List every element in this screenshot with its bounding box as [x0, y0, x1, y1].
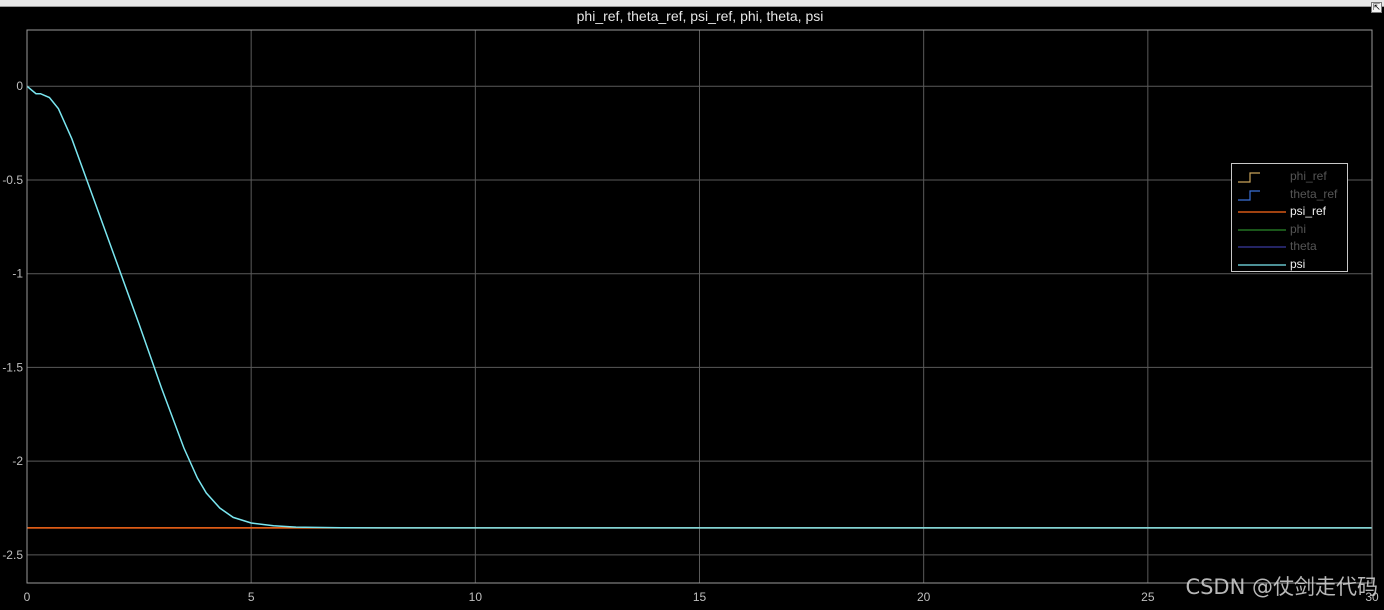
legend-label: psi [1290, 256, 1306, 271]
legend-swatch-line [1238, 189, 1260, 201]
y-tick-label: -1.5 [2, 360, 23, 374]
y-tick-label: -0.5 [2, 173, 23, 187]
chart-canvas[interactable]: 0 5 10 15 20 25 300-0.5-1-1.5-2-2.5 [0, 0, 1384, 610]
legend-swatch-line [1238, 172, 1260, 183]
grid-layer [27, 30, 1372, 583]
legend-item-theta_ref[interactable]: theta_ref [1232, 186, 1347, 203]
x-tick-label: 15 [693, 590, 707, 604]
legend-item-phi_ref[interactable]: phi_ref [1232, 168, 1347, 185]
legend-item-psi_ref[interactable]: psi_ref [1232, 203, 1347, 220]
legend-swatch-phi [1238, 228, 1286, 231]
y-tick-label: -2.5 [2, 548, 23, 562]
y-tick-label: 0 [16, 79, 23, 93]
legend-label: phi [1290, 221, 1307, 236]
legend-label: phi_ref [1290, 169, 1327, 183]
legend-swatch-psi [1238, 263, 1286, 266]
legend-item-theta[interactable]: theta [1232, 238, 1347, 255]
x-tick-label: 25 [1141, 590, 1155, 604]
legend-swatch-theta_ref [1238, 189, 1260, 201]
x-tick-label: 0 [24, 590, 31, 604]
x-tick-label: 5 [248, 590, 255, 604]
legend-label: psi_ref [1290, 204, 1327, 218]
legend-swatch-psi_ref [1238, 211, 1286, 213]
watermark-text: CSDN @仗剑走代码 [1185, 575, 1378, 599]
legend-swatch-phi_ref [1238, 172, 1260, 183]
legend-swatch-theta [1238, 246, 1286, 248]
legend-item-psi[interactable]: psi [1232, 256, 1347, 273]
tick-labels: 0 5 10 15 20 25 300-0.5-1-1.5-2-2.5 [2, 79, 1379, 604]
legend-item-phi[interactable]: phi [1232, 221, 1347, 238]
legend-label: theta_ref [1290, 186, 1338, 201]
x-tick-label: 10 [469, 590, 483, 604]
legend[interactable]: phi_ref theta_ref psi_refphi theta psi [1231, 163, 1348, 272]
x-tick-label: 20 [917, 590, 931, 604]
y-tick-label: -2 [12, 454, 23, 468]
y-tick-label: -1 [12, 267, 23, 281]
scope-window: ⇱ phi_ref, theta_ref, psi_ref, phi, thet… [0, 0, 1384, 610]
legend-label: theta [1290, 239, 1317, 253]
